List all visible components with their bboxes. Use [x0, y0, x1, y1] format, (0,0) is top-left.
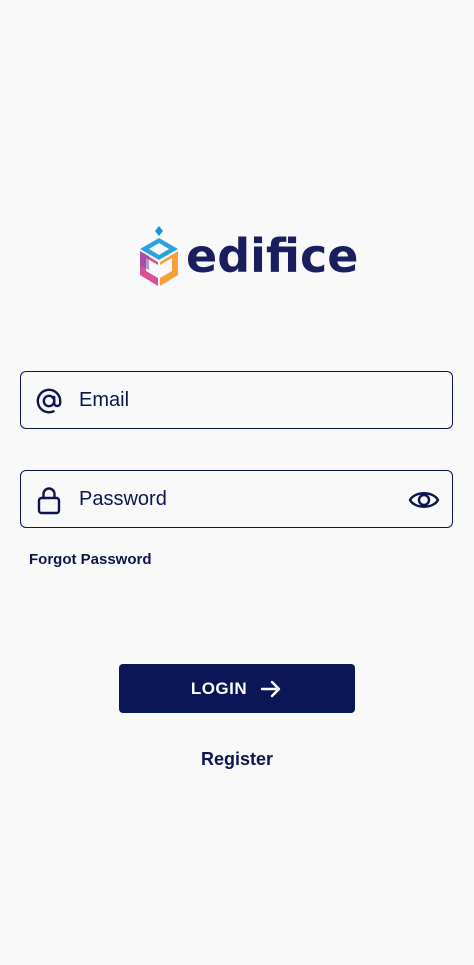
register-link[interactable]: Register — [201, 749, 273, 769]
register-container: Register — [0, 748, 474, 770]
lock-icon — [37, 487, 61, 515]
brand-name: edifice — [186, 229, 359, 283]
password-field[interactable]: Password — [20, 470, 453, 528]
eye-icon[interactable] — [408, 484, 440, 516]
email-field[interactable]: Email — [20, 371, 453, 429]
edifice-logo-icon — [140, 226, 178, 286]
login-button-label: LOGIN — [190, 678, 248, 698]
password-placeholder: Password — [79, 488, 167, 510]
arrow-right-icon — [260, 680, 281, 697]
edifice-logo: edifice — [138, 226, 358, 290]
login-button[interactable]: LOGIN — [119, 664, 355, 713]
forgot-password-link[interactable]: Forgot Password — [29, 550, 152, 570]
at-icon — [36, 388, 62, 414]
email-placeholder: Email — [79, 389, 130, 411]
